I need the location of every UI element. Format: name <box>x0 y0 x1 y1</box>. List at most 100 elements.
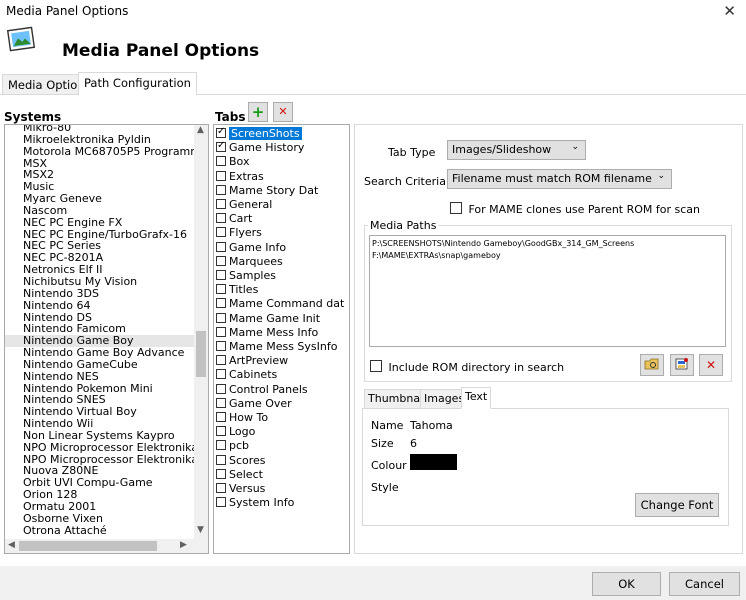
add-tab-button[interactable]: + <box>248 102 268 122</box>
colour-swatch[interactable] <box>410 454 457 470</box>
include-rom-dir-check[interactable] <box>370 360 382 372</box>
parent-rom-checkbox[interactable]: For MAME clones use Parent ROM for scan <box>450 202 700 216</box>
tab-list-item[interactable]: Flyers <box>216 226 262 240</box>
tab-list-item[interactable]: Extras <box>216 170 264 184</box>
scroll-left-icon[interactable]: ◀ <box>8 540 15 550</box>
tab-checkbox[interactable] <box>216 497 226 508</box>
tab-list-item[interactable]: Cabinets <box>216 368 277 382</box>
tab-checkbox[interactable] <box>216 483 226 493</box>
tab-list-item[interactable]: ScreenShots <box>216 126 302 141</box>
cancel-button[interactable]: Cancel <box>669 572 740 596</box>
tab-checkbox[interactable] <box>216 454 226 465</box>
tab-checkbox[interactable] <box>216 468 226 479</box>
tab-list-item[interactable]: Samples <box>216 269 276 283</box>
tab-checkbox[interactable] <box>216 126 226 138</box>
include-rom-dir-checkbox[interactable]: Include ROM directory in search <box>370 360 564 374</box>
tab-type-value: Images/Slideshow <box>452 143 552 156</box>
system-list-item[interactable]: Mikroelektronika Pyldin <box>5 133 196 146</box>
tab-checkbox[interactable] <box>216 412 226 422</box>
tab-checkbox[interactable] <box>216 298 226 309</box>
tab-list-item[interactable]: Game History <box>216 140 304 155</box>
tab-list-item[interactable]: Select <box>216 468 263 482</box>
tab-list-item[interactable]: System Info <box>216 496 294 510</box>
scroll-thumb[interactable] <box>196 331 206 377</box>
system-list-item[interactable]: Nintendo 64 <box>5 299 196 312</box>
tab-type-select[interactable]: Images/Slideshow ⌄ <box>447 140 586 160</box>
tab-checkbox[interactable] <box>216 440 226 451</box>
tab-checkbox[interactable] <box>216 355 226 366</box>
tab-list-item[interactable]: Logo <box>216 425 255 439</box>
system-list-item[interactable]: Osborne Vixen <box>5 512 196 525</box>
parent-rom-check[interactable] <box>450 202 462 214</box>
tab-item-label: Mame Story Dat <box>229 183 319 197</box>
remove-path-button[interactable]: ✕ <box>699 354 723 376</box>
tab-list-item[interactable]: ArtPreview <box>216 354 288 368</box>
system-list-item[interactable]: Motorola MC68705P5 Programmer <box>5 145 208 158</box>
tab-list-item[interactable]: pcb <box>216 439 249 453</box>
tab-list-item[interactable]: Mame Game Init <box>216 312 320 326</box>
close-icon[interactable]: ✕ <box>723 2 736 20</box>
tab-checkbox[interactable] <box>216 184 226 195</box>
tab-list-item[interactable]: Cart <box>216 212 252 226</box>
system-list-item[interactable]: Nintendo NES <box>5 370 196 383</box>
tab-checkbox[interactable] <box>216 326 226 337</box>
tab-list-item[interactable]: Mame Mess SysInfo <box>216 340 337 354</box>
system-list-item[interactable]: NEC PC Engine FX <box>5 216 196 229</box>
tab-checkbox[interactable] <box>216 140 226 153</box>
tab-list-item[interactable]: Mame Command dat <box>216 297 344 311</box>
tab-list-item[interactable]: Titles <box>216 283 258 297</box>
scroll-right-icon[interactable]: ▶ <box>180 540 187 550</box>
scroll-up-icon[interactable]: ▲ <box>197 125 204 135</box>
system-list-item[interactable]: Nintendo 3DS <box>5 287 196 300</box>
media-path-item[interactable]: P:\SCREENSHOTS\Nintendo Gameboy\GoodGBx_… <box>372 238 723 250</box>
media-path-item[interactable]: F:\MAME\EXTRAs\snap\gameboy <box>372 250 723 262</box>
tab-list-item[interactable]: How To <box>216 411 268 425</box>
hscroll-thumb[interactable] <box>19 541 157 551</box>
tab-checkbox[interactable] <box>216 241 226 252</box>
tab-checkbox[interactable] <box>216 170 226 181</box>
search-criteria-label: Search Criteria <box>364 175 446 188</box>
ok-button[interactable]: OK <box>592 572 661 596</box>
subtab-text[interactable]: Text <box>461 387 492 409</box>
tab-checkbox[interactable] <box>216 284 226 295</box>
tab-path-configuration[interactable]: Path Configuration <box>78 72 197 95</box>
browse-folder-button[interactable] <box>640 354 664 376</box>
tab-list-item[interactable]: Game Over <box>216 397 292 411</box>
tab-checkbox[interactable] <box>216 227 226 238</box>
systems-list[interactable]: Mikro-80 Mikroelektronika Pyldin Motorola … <box>4 124 209 554</box>
tab-list-item[interactable]: Marquees <box>216 255 283 269</box>
tab-checkbox[interactable] <box>216 270 226 280</box>
system-list-item[interactable]: Nintendo GameCube <box>5 358 196 371</box>
remove-tab-button[interactable]: ✕ <box>273 102 293 122</box>
systems-horizontal-scrollbar[interactable]: ◀ ▶ <box>5 539 208 553</box>
tab-list-item[interactable]: General <box>216 198 272 212</box>
tab-list-item[interactable]: Mame Story Dat <box>216 184 318 198</box>
tab-list-item[interactable]: Box <box>216 155 249 169</box>
system-list-item[interactable]: Non Linear Systems Kaypro <box>5 430 196 442</box>
tab-checkbox[interactable] <box>216 199 226 209</box>
tab-checkbox[interactable] <box>216 255 226 266</box>
change-font-button[interactable]: Change Font <box>635 493 719 517</box>
tab-checkbox[interactable] <box>216 383 226 394</box>
tab-list-item[interactable]: Scores <box>216 454 266 468</box>
media-paths-list[interactable]: P:\SCREENSHOTS\Nintendo Gameboy\GoodGBx_… <box>369 235 726 347</box>
system-list-item[interactable]: Otrona Attaché <box>5 524 196 537</box>
add-path-button[interactable] <box>670 354 694 376</box>
tabs-list[interactable]: ScreenShotsGame HistoryBoxExtrasMame Sto… <box>213 124 350 554</box>
tab-checkbox[interactable] <box>216 312 226 323</box>
system-list-item[interactable]: Nascom <box>5 204 196 217</box>
tab-list-item[interactable]: Game Info <box>216 241 286 255</box>
tab-list-item[interactable]: Mame Mess Info <box>216 326 318 340</box>
tab-checkbox[interactable] <box>216 397 226 408</box>
scroll-down-icon[interactable]: ▼ <box>197 525 204 535</box>
tab-checkbox[interactable] <box>216 156 226 167</box>
tab-checkbox[interactable] <box>216 369 226 380</box>
systems-vertical-scrollbar[interactable]: ▲ ▼ <box>194 125 208 539</box>
tab-checkbox[interactable] <box>216 213 226 224</box>
search-criteria-select[interactable]: Filename must match ROM filename ⌄ <box>447 169 672 189</box>
tab-list-item[interactable]: Control Panels <box>216 383 308 397</box>
system-list-item[interactable]: NPO Microprocessor Elektronika <box>5 441 198 454</box>
tab-checkbox[interactable] <box>216 426 226 437</box>
tab-list-item[interactable]: Versus <box>216 482 265 496</box>
tab-checkbox[interactable] <box>216 341 226 351</box>
